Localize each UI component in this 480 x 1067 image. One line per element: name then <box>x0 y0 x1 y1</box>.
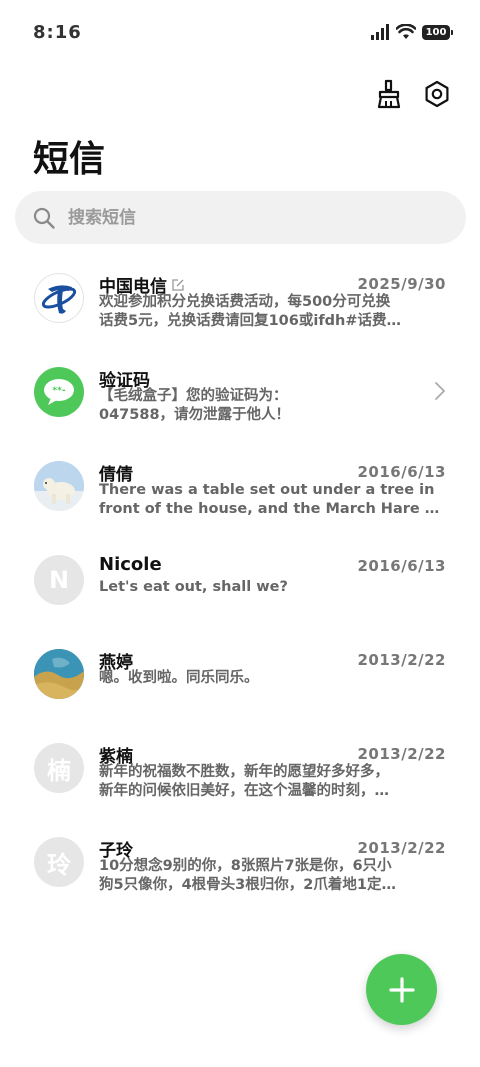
preview-line: There was a table set out under a tree i… <box>99 482 435 498</box>
page-title: 短信 <box>33 139 106 180</box>
avatar: **- <box>34 367 84 417</box>
conversation-item[interactable]: 玲 子玲 2013/2/22 10分想念9别的你，8张照片7张是你，6只小 狗5… <box>0 826 480 920</box>
edit-icon <box>172 278 184 291</box>
status-bar: 8:16 100 <box>0 0 480 60</box>
china-telecom-logo <box>41 285 77 314</box>
preview-line: 10分想念9别的你，8张照片7张是你，6只小 <box>99 858 392 874</box>
signal-icon <box>371 24 389 40</box>
preview-line: Let's eat out, shall we? <box>99 579 288 595</box>
svg-text:**-: **- <box>52 386 65 396</box>
preview-line: 047588，请勿泄露于他人！ <box>99 407 291 423</box>
conversation-date: 2013/2/22 <box>357 839 446 857</box>
avatar: 楠 <box>34 743 84 793</box>
conversation-list: 中国电信 2025/9/30 欢迎参加积分兑换话费活动，每500分可兑换 话费5… <box>0 262 480 920</box>
polar-bear-photo <box>34 461 84 511</box>
preview-line: 【毛绒盒子】您的验证码为： <box>99 388 288 404</box>
wifi-icon <box>396 24 416 39</box>
broom-icon <box>377 79 401 109</box>
conversation-item[interactable]: 燕婷 2013/2/22 嗯。收到啦。同乐同乐。 <box>0 638 480 732</box>
preview-line: 新年的祝福数不胜数，新年的愿望好多好多， <box>99 764 389 780</box>
conversation-preview: 【毛绒盒子】您的验证码为： 047588，请勿泄露于他人！ <box>99 387 419 425</box>
settings-button[interactable] <box>422 78 452 110</box>
avatar <box>34 649 84 699</box>
conversation-preview: Let's eat out, shall we? <box>99 578 447 597</box>
conversation-date: 2025/9/30 <box>357 275 446 293</box>
preview-line: 话费5元，兑换话费请回复106或ifdh#话费… <box>99 313 401 329</box>
name-text: Nicole <box>99 554 162 575</box>
search-icon <box>33 207 55 229</box>
top-actions <box>374 78 452 110</box>
preview-line: front of the house, and the March Hare … <box>99 501 440 517</box>
conversation-preview: 新年的祝福数不胜数，新年的愿望好多好多， 新年的问候依旧美好，在这个温馨的时刻，… <box>99 763 447 801</box>
search-bar[interactable] <box>15 191 466 244</box>
conversation-date: 2013/2/22 <box>357 651 446 669</box>
message-bubble-icon: **- <box>44 379 74 405</box>
status-time: 8:16 <box>33 22 82 43</box>
plus-icon <box>388 976 415 1003</box>
chevron-right-icon <box>435 382 445 400</box>
conversation-item[interactable]: 楠 紫楠 2013/2/22 新年的祝福数不胜数，新年的愿望好多好多， 新年的问… <box>0 732 480 826</box>
conversation-date: 2016/6/13 <box>357 557 446 575</box>
conversation-item[interactable]: 倩倩 2016/6/13 There was a table set out u… <box>0 450 480 544</box>
gear-icon <box>425 80 449 108</box>
preview-line: 狗5只像你，4根骨头3根归你，2爪着地1定… <box>99 877 396 893</box>
conversation-preview: 10分想念9别的你，8张照片7张是你，6只小 狗5只像你，4根骨头3根归你，2爪… <box>99 857 447 895</box>
conversation-item[interactable]: 中国电信 2025/9/30 欢迎参加积分兑换话费活动，每500分可兑换 话费5… <box>0 262 480 356</box>
preview-line: 嗯。收到啦。同乐同乐。 <box>99 670 259 686</box>
landscape-photo <box>34 649 84 699</box>
preview-line: 新年的问候依旧美好，在这个温馨的时刻，… <box>99 783 389 799</box>
battery-icon: 100 <box>422 24 453 40</box>
conversation-name: Nicole <box>99 554 162 575</box>
conversation-preview: 嗯。收到啦。同乐同乐。 <box>99 669 447 688</box>
conversation-preview: 欢迎参加积分兑换话费活动，每500分可兑换 话费5元，兑换话费请回复106或if… <box>99 293 447 331</box>
conversation-item[interactable]: **- 验证码 【毛绒盒子】您的验证码为： 047588，请勿泄露于他人！ <box>0 356 480 450</box>
avatar <box>34 461 84 511</box>
search-input[interactable] <box>66 206 430 229</box>
conversation-preview: There was a table set out under a tree i… <box>99 481 447 519</box>
clean-button[interactable] <box>374 78 404 110</box>
status-icons: 100 <box>370 24 453 40</box>
avatar <box>34 273 84 323</box>
avatar: N <box>34 555 84 605</box>
conversation-item[interactable]: N Nicole 2016/6/13 Let's eat out, shall … <box>0 544 480 638</box>
conversation-date: 2016/6/13 <box>357 463 446 481</box>
conversation-date: 2013/2/22 <box>357 745 446 763</box>
preview-line: 欢迎参加积分兑换话费活动，每500分可兑换 <box>99 294 391 310</box>
avatar: 玲 <box>34 837 84 887</box>
new-message-button[interactable] <box>366 954 437 1025</box>
